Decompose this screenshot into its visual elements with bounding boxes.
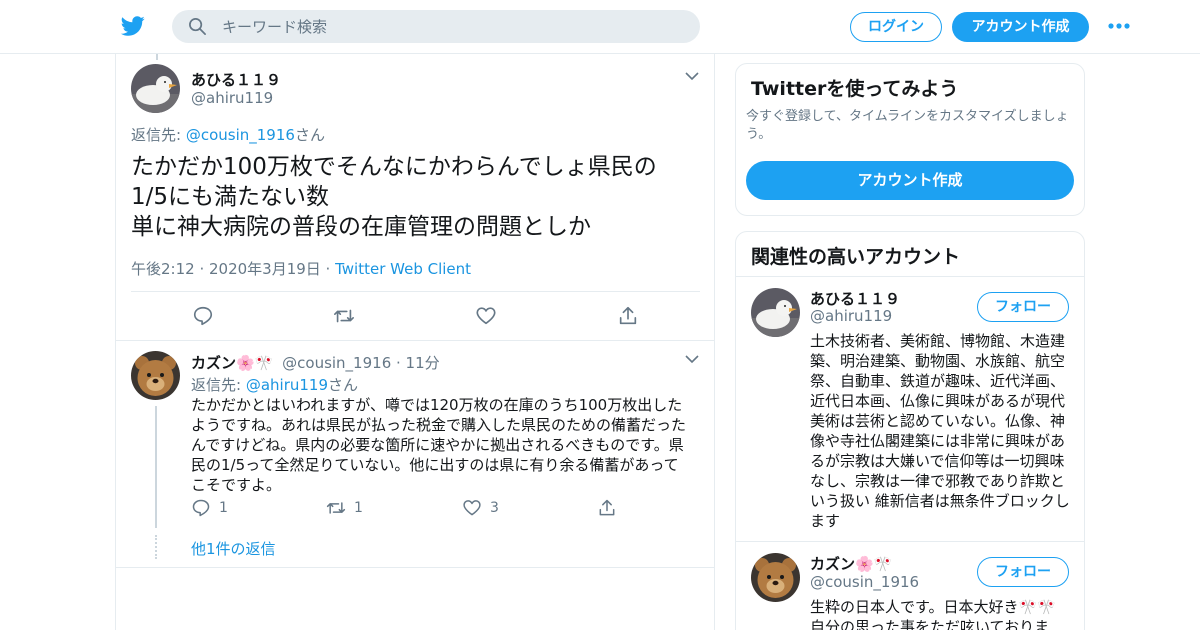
reply-to-link[interactable]: @ahiru119 (246, 376, 328, 394)
reply-icon[interactable] (191, 498, 211, 518)
author-name[interactable]: あひる１１９ (191, 69, 281, 90)
retweet-icon[interactable] (333, 305, 355, 327)
like-icon[interactable] (462, 498, 482, 518)
reply-prefix: 返信先: (131, 126, 186, 144)
avatar[interactable] (131, 64, 180, 113)
retweet-count: 1 (354, 500, 363, 516)
account-bio: 土木技術者、美術館、博物館、木造建築、明治建築、動物園、水族館、航空祭、自動車、… (810, 332, 1070, 530)
more-options-icon[interactable] (1107, 22, 1131, 30)
thread-line (156, 54, 158, 60)
twitter-bird-icon[interactable] (120, 14, 146, 38)
follow-button[interactable]: フォロー (977, 292, 1069, 322)
divider (131, 291, 700, 292)
divider (116, 567, 714, 568)
divider (736, 276, 1084, 277)
login-button[interactable]: ログイン (850, 12, 942, 42)
reply-suffix: さん (328, 376, 359, 394)
avatar[interactable] (751, 288, 800, 337)
duck-avatar-image (131, 64, 180, 113)
author-name[interactable]: カズン🌸🎌 (191, 354, 273, 372)
author-handle[interactable]: @ahiru119 (191, 89, 273, 107)
reply-prefix: 返信先: (191, 376, 246, 394)
tweet-timestamp[interactable]: · 11分 (391, 354, 440, 372)
tweet-column: あひる１１９ @ahiru119 返信先: @cousin_1916さん たかだ… (115, 54, 715, 630)
tweet-text: たかだか100万枚でそんなにかわらんでしょ県民の 1/5にも満たない数 単に神大… (131, 154, 657, 240)
chevron-down-icon[interactable] (685, 72, 699, 81)
account-bio: 生粋の日本人です。日本大好き🎌🎌 自分の思った事をただ呟いております。 (810, 598, 1056, 630)
signup-button[interactable]: アカウント作成 (746, 161, 1074, 200)
thread-line (155, 406, 157, 528)
signup-prompt-card: Twitterを使ってみよう 今すぐ登録して、タイムラインをカスタマイズしましょ… (735, 63, 1085, 216)
reply-icon[interactable] (192, 305, 214, 327)
card-title: Twitterを使ってみよう (751, 78, 959, 100)
reply-to-link[interactable]: @cousin_1916 (186, 126, 295, 144)
search-box[interactable] (172, 10, 700, 43)
like-count: 3 (490, 500, 499, 516)
divider (116, 340, 714, 341)
chevron-down-icon[interactable] (685, 355, 699, 364)
reply-header: カズン🌸🎌 @cousin_1916 · 11分 (191, 352, 440, 373)
avatar[interactable] (131, 351, 180, 400)
author-handle[interactable]: @cousin_1916 (282, 354, 391, 372)
tweet-source-link[interactable]: Twitter Web Client (335, 260, 471, 278)
retweet-action[interactable]: 1 (326, 498, 376, 520)
reply-suffix: さん (294, 126, 325, 144)
follow-button[interactable]: フォロー (977, 557, 1069, 587)
reply-count: 1 (219, 500, 228, 516)
avatar[interactable] (751, 553, 800, 602)
thread-dots (155, 535, 157, 559)
card-title: 関連性の高いアカウント (751, 246, 961, 268)
teddy-bear-avatar-image (751, 553, 800, 602)
account-handle[interactable]: @ahiru119 (810, 307, 892, 325)
like-action[interactable]: 3 (462, 498, 512, 520)
top-navigation-bar: ログイン アカウント作成 (0, 0, 1200, 54)
share-action[interactable] (597, 498, 621, 520)
tweet-text: たかだかとはいわれますが、噂では120万枚の在庫のうち100万枚出したようですね… (191, 396, 687, 494)
like-icon[interactable] (475, 305, 497, 327)
signup-button[interactable]: アカウント作成 (952, 12, 1089, 42)
card-description: 今すぐ登録して、タイムラインをカスタマイズしましょう。 (746, 109, 1069, 142)
related-accounts-card: 関連性の高いアカウント あひる１１９ @ahiru119 フォロー 土木技術者、… (735, 231, 1085, 630)
account-name[interactable]: あひる１１９ (810, 288, 900, 309)
share-icon[interactable] (597, 498, 617, 518)
more-replies-link[interactable]: 他1件の返信 (191, 538, 276, 559)
tweet-metadata: 午後2:12 · 2020年3月19日 · Twitter Web Client (131, 258, 471, 279)
reply-context: 返信先: @cousin_1916さん (131, 124, 325, 145)
retweet-icon[interactable] (326, 498, 346, 518)
divider (736, 541, 1084, 542)
reply-context: 返信先: @ahiru119さん (191, 374, 358, 395)
search-input[interactable] (222, 10, 682, 43)
reply-action[interactable]: 1 (191, 498, 241, 520)
search-icon (189, 18, 206, 35)
share-icon[interactable] (617, 305, 639, 327)
duck-avatar-image (751, 288, 800, 337)
account-name[interactable]: カズン🌸🎌 (810, 553, 892, 574)
teddy-bear-avatar-image (131, 351, 180, 400)
tweet-timestamp[interactable]: 午後2:12 · 2020年3月19日 · (131, 260, 335, 278)
account-handle[interactable]: @cousin_1916 (810, 573, 919, 591)
